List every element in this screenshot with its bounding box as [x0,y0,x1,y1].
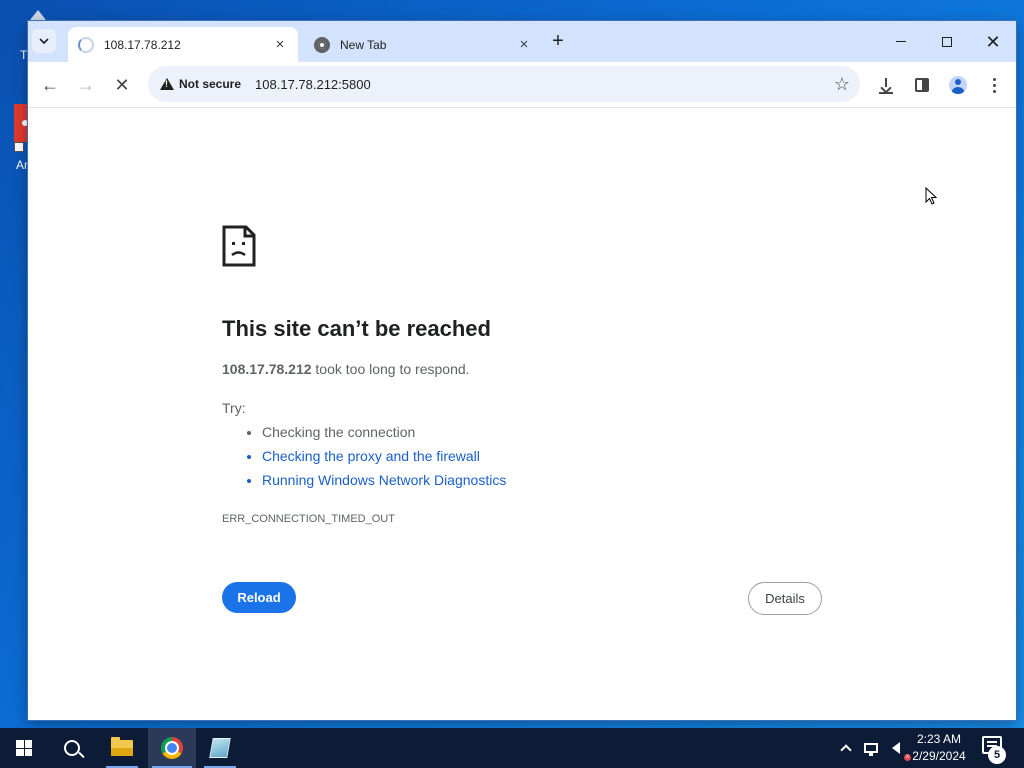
side-panel-icon [915,78,929,92]
bookmark-star-icon[interactable]: ☆ [834,74,850,95]
minimize-icon [896,41,906,42]
error-headline: This site can’t be reached [222,316,491,341]
loading-spinner-icon [78,36,94,53]
desktop-icon-label-2: Ar [16,158,28,172]
maximize-button[interactable] [924,21,970,62]
forward-button[interactable]: → [72,71,100,99]
try-label: Try: [222,400,246,416]
stop-loading-button[interactable]: ✕ [108,71,136,99]
profile-icon [949,76,967,94]
notification-badge: 5 [988,746,1006,764]
address-bar[interactable]: Not secure 108.17.78.212:5800 ☆ [148,66,860,102]
warning-icon [160,78,174,90]
app-icon [14,104,28,142]
side-panel-button[interactable] [908,71,936,99]
close-tab-icon[interactable]: × [516,36,532,53]
profile-button[interactable] [944,71,972,99]
folder-icon [111,737,133,756]
minimize-button[interactable] [878,21,924,62]
network-button[interactable] [862,728,880,768]
tab-title: New Tab [340,37,387,52]
shortcut-arrow-icon [14,142,24,152]
desktop-shortcut-icon [30,10,46,20]
clock-time: 2:23 AM [916,732,962,746]
toolbar: ← → ✕ Not secure 108.17.78.212:5800 ☆ [28,62,1016,108]
error-code: ERR_CONNECTION_TIMED_OUT [222,513,395,525]
security-chip[interactable]: Not secure [156,77,245,91]
notepad-icon [209,738,231,758]
mouse-cursor-icon [925,187,937,205]
error-page: This site can’t be reached 108.17.78.212… [28,108,1016,720]
suggestion-link-diagnostics[interactable]: Running Windows Network Diagnostics [262,472,506,496]
show-hidden-icons-button[interactable] [838,728,854,768]
close-icon: ✕ [985,31,1001,52]
error-host: 108.17.78.212 [222,361,312,377]
sad-document-icon [222,225,256,267]
start-button[interactable] [0,728,48,768]
tab-search-button[interactable] [32,29,56,53]
clock[interactable]: 2:23 AM 2/29/2024 [906,731,972,765]
search-icon [64,740,80,756]
search-button[interactable] [48,728,96,768]
clock-date: 2/29/2024 [912,749,966,763]
error-message-suffix: took too long to respond. [311,361,470,377]
tab-new-tab[interactable]: New Tab × [304,27,542,62]
more-vert-icon [992,77,996,93]
suggestion-link-proxy[interactable]: Checking the proxy and the firewall [262,448,506,472]
close-window-button[interactable]: ✕ [970,21,1016,62]
download-icon [879,78,893,94]
tab-strip: 108.17.78.212 × New Tab × + ✕ [28,21,1016,62]
taskbar: x 2:23 AM 2/29/2024 5 [0,728,1024,768]
chrome-icon [161,737,183,759]
tab-active[interactable]: 108.17.78.212 × [68,27,298,62]
chevron-up-icon [840,744,852,756]
url-text[interactable]: 108.17.78.212:5800 [255,77,371,92]
suggestion-list: Checking the connection Checking the pro… [262,424,506,496]
maximize-icon [942,36,952,47]
volume-button[interactable]: x [886,728,911,768]
reload-button[interactable]: Reload [222,582,296,613]
details-button[interactable]: Details [748,582,822,615]
chrome-favicon-icon [314,36,330,53]
suggestion-item: Checking the connection [262,424,506,448]
taskbar-notepad[interactable] [196,728,244,768]
browser-window: 108.17.78.212 × New Tab × + ✕ ← → ✕ Not … [28,21,1016,720]
windows-icon [16,740,32,756]
network-icon [864,743,878,756]
chevron-down-icon [39,38,49,45]
volume-muted-icon: x [892,742,911,761]
taskbar-file-explorer[interactable] [98,728,146,768]
taskbar-chrome[interactable] [148,728,196,768]
close-tab-icon[interactable]: × [272,36,288,53]
tab-title: 108.17.78.212 [104,37,181,52]
back-button[interactable]: ← [36,71,64,99]
security-chip-label: Not secure [179,77,242,91]
error-message: 108.17.78.212 took too long to respond. [222,361,470,377]
downloads-button[interactable] [872,71,900,99]
menu-button[interactable] [980,71,1008,99]
new-tab-button[interactable]: + [548,31,568,51]
